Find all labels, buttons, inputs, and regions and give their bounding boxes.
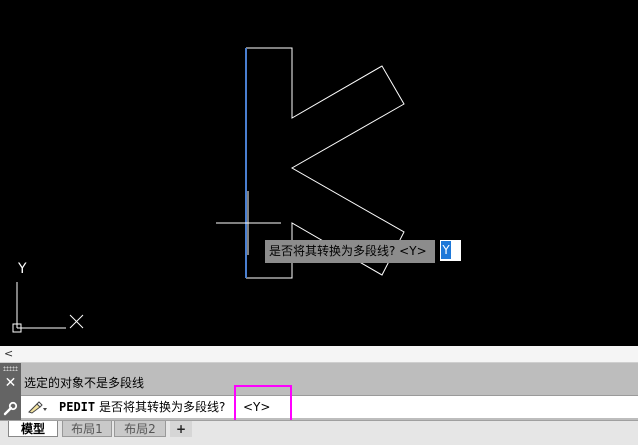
wrench-icon[interactable] (2, 400, 19, 417)
command-option[interactable]: <Y> (243, 396, 270, 418)
command-line-side-strip: ✕ (0, 363, 21, 420)
command-prompt-text: 是否将其转换为多段线? (98, 400, 226, 414)
command-history-bar[interactable]: < (0, 346, 638, 363)
command-history-text: 选定的对象不是多段线 (24, 376, 145, 390)
tab-model[interactable]: 模型 (8, 421, 58, 437)
close-icon[interactable]: ✕ (0, 375, 21, 391)
command-name: PEDIT (59, 400, 96, 414)
grip-icon[interactable] (3, 366, 18, 371)
command-line-panel: ✕ 选定的对象不是多段线 PEDIT 是否将其转换为多段线? <Y> (0, 363, 638, 420)
dynamic-input-field[interactable]: Y (440, 240, 461, 261)
drawing-area[interactable]: Y (0, 0, 638, 346)
tab-layout1[interactable]: 布局1 (62, 421, 112, 437)
command-input[interactable]: PEDIT 是否将其转换为多段线? <Y> (21, 395, 638, 418)
dynamic-input-tooltip: 是否将其转换为多段线? <Y> (265, 240, 435, 263)
command-prompt: PEDIT 是否将其转换为多段线? (59, 396, 225, 418)
chevron-down-icon (43, 408, 47, 411)
pencil-icon[interactable] (27, 399, 49, 415)
dynamic-input-value: Y (441, 241, 451, 259)
ucs-y-label: Y (17, 261, 27, 277)
drawing-canvas[interactable]: Y 是否将其转换为多段线? <Y> Y (0, 0, 638, 346)
layout-tab-bar: 模型 布局1 布局2 + (0, 420, 638, 445)
tab-layout2[interactable]: 布局2 (114, 421, 166, 437)
chevron-left-icon[interactable]: < (4, 346, 13, 362)
add-layout-button[interactable]: + (170, 421, 192, 437)
ucs-icon (12, 282, 84, 333)
dynamic-prompt-text: 是否将其转换为多段线? <Y> (269, 244, 427, 258)
